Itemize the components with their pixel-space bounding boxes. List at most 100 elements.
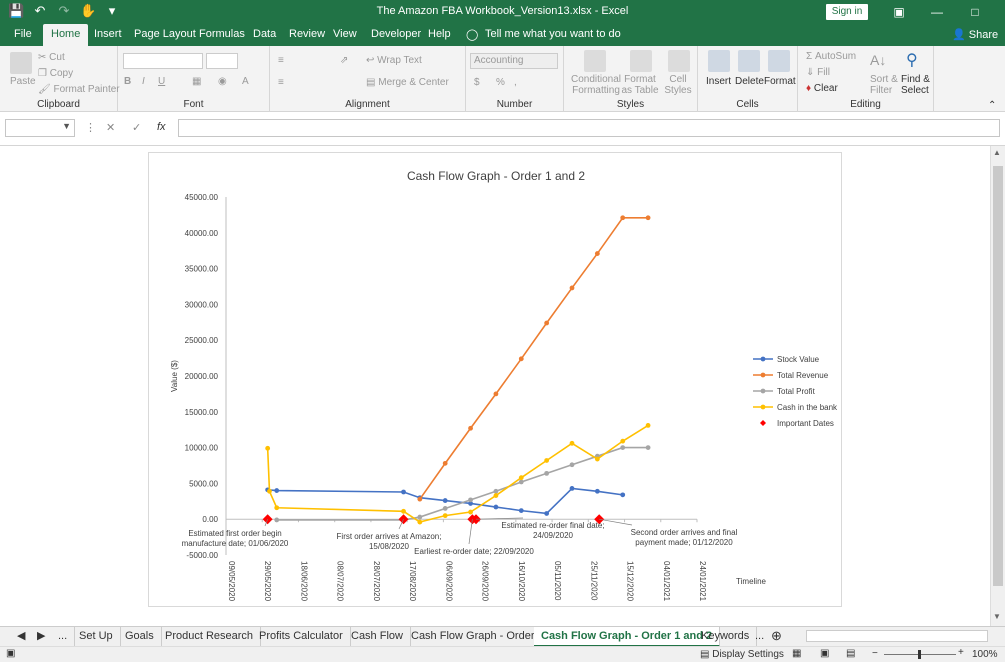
maximize-icon[interactable]: □: [956, 0, 994, 24]
sheet-tab-product-research[interactable]: Product Research: [158, 627, 262, 647]
series-point: [620, 215, 626, 221]
align-left-icon[interactable]: ≡: [278, 77, 284, 88]
series-point: [401, 508, 406, 514]
borders-icon[interactable]: ▦: [192, 76, 201, 87]
sheet-tab-cash-flow-graph-1-and-2[interactable]: Cash Flow Graph - Order 1 and 2: [534, 627, 721, 647]
zoom-in-icon[interactable]: +: [958, 647, 964, 658]
enter-icon[interactable]: ✓: [132, 121, 141, 134]
currency-icon[interactable]: $: [474, 77, 480, 88]
page-layout-view-icon[interactable]: ▣: [820, 648, 829, 659]
series-point: [544, 470, 550, 476]
cells-label: Cells: [736, 99, 759, 110]
legend-marker: [760, 372, 766, 378]
scroll-thumb[interactable]: [993, 166, 1003, 586]
tab-developer[interactable]: Developer: [371, 28, 421, 40]
tab-help[interactable]: Help: [428, 28, 451, 40]
comma-icon[interactable]: ,: [514, 77, 517, 88]
tab-home[interactable]: Home: [43, 24, 89, 46]
name-box[interactable]: ▼: [5, 119, 75, 137]
tell-me-search[interactable]: Tell me what you want to do: [485, 28, 621, 40]
series-point: [569, 285, 575, 291]
x-tick-label: 08/07/2020: [336, 561, 345, 602]
delete-cells-button[interactable]: Delete: [735, 76, 764, 87]
tab-insert[interactable]: Insert: [94, 28, 122, 40]
insert-function-icon[interactable]: fx: [157, 121, 166, 133]
copy-button[interactable]: ❐ Copy: [38, 68, 73, 79]
cancel-icon[interactable]: ✕: [106, 121, 115, 134]
tab-file[interactable]: File: [14, 28, 32, 40]
tab-data[interactable]: Data: [253, 28, 276, 40]
percent-icon[interactable]: %: [496, 77, 505, 88]
y-tick-label: 25000.00: [185, 336, 219, 345]
fill-button[interactable]: ⇓ Fill: [806, 67, 830, 78]
y-tick-label: 45000.00: [185, 193, 219, 202]
merge-center-button[interactable]: ▤ Merge & Center: [366, 77, 449, 88]
vertical-scrollbar[interactable]: ▲ ▼: [990, 146, 1005, 626]
fill-color-icon[interactable]: ◉: [218, 76, 227, 87]
tab-view[interactable]: View: [333, 28, 357, 40]
insert-cells-button[interactable]: Insert: [706, 76, 731, 87]
sheet-tab-profits-calculator[interactable]: Profits Calculator: [252, 627, 351, 647]
clear-button[interactable]: ♦ Clear: [806, 83, 838, 94]
annotation-label: Earliest re-order date; 22/09/2020: [414, 547, 534, 556]
add-sheet-icon[interactable]: ⊕: [764, 627, 789, 647]
sheet-tab-goals[interactable]: Goals: [118, 627, 162, 647]
ribbon-display-icon[interactable]: ▣: [880, 0, 918, 24]
font-name-select[interactable]: [123, 53, 203, 69]
horizontal-scrollbar[interactable]: [806, 630, 988, 642]
format-cells-button[interactable]: Format: [764, 76, 796, 87]
collapse-ribbon-icon[interactable]: ⌃: [988, 100, 996, 111]
series-point: [493, 504, 499, 510]
minimize-icon[interactable]: —: [918, 0, 956, 24]
insert-cells-icon: [708, 50, 730, 72]
chart-object[interactable]: Cash Flow Graph - Order 1 and 2 45000.00 4…: [148, 152, 842, 607]
orientation-icon[interactable]: ⇗: [340, 55, 348, 66]
cut-button[interactable]: ✂ Cut: [38, 52, 65, 63]
scroll-up-icon[interactable]: ▲: [993, 148, 1003, 158]
wrap-text-label: Wrap Text: [377, 55, 422, 66]
x-tick-label: 17/08/2020: [408, 561, 417, 602]
underline-icon[interactable]: U: [158, 76, 165, 87]
page-break-view-icon[interactable]: ▤: [846, 648, 855, 659]
font-color-icon[interactable]: A: [242, 76, 249, 87]
font-size-select[interactable]: [206, 53, 238, 69]
close-icon[interactable]: ✕: [994, 0, 1005, 24]
font-group: B I U ▦ ◉ A Font: [118, 46, 270, 112]
cell-styles-button[interactable]: Cell Styles: [662, 74, 694, 96]
find-select-button[interactable]: Find & Select: [901, 74, 933, 96]
sheet-tab-set-up[interactable]: Set Up: [72, 627, 121, 647]
x-tick-label: 15/12/2020: [626, 561, 635, 602]
autosum-button[interactable]: Σ AutoSum: [806, 51, 856, 62]
number-format-select[interactable]: Accounting: [470, 53, 558, 69]
format-painter-button[interactable]: 🖌 Format Painter: [38, 84, 120, 95]
sign-in-button[interactable]: Sign in: [826, 4, 868, 20]
italic-icon[interactable]: I: [142, 76, 145, 87]
align-top-icon[interactable]: ≡: [278, 55, 284, 66]
tab-page-layout[interactable]: Page Layout: [134, 28, 196, 40]
x-tick-label: 06/09/2020: [444, 561, 453, 602]
display-settings-button[interactable]: ▤ Display Settings: [700, 649, 784, 660]
paste-button[interactable]: Paste: [10, 76, 36, 87]
macro-record-icon[interactable]: ▣: [6, 648, 15, 659]
scroll-tabs-right-icon[interactable]: ▶: [30, 627, 52, 647]
scroll-down-icon[interactable]: ▼: [993, 612, 1003, 622]
conditional-formatting-button[interactable]: Conditional Formatting: [570, 74, 622, 96]
format-as-table-button[interactable]: Format as Table: [620, 74, 660, 96]
sheet-tab-cash-flow-graph-1[interactable]: Cash Flow Graph - Order 1: [404, 627, 552, 647]
normal-view-icon[interactable]: ▦: [792, 648, 801, 659]
wrap-text-button[interactable]: ↩ Wrap Text: [366, 55, 422, 66]
y-tick-label: -5000.00: [186, 551, 218, 560]
sheet-tab-cash-flow[interactable]: Cash Flow: [344, 627, 411, 647]
zoom-slider-thumb[interactable]: [918, 650, 921, 659]
y-tick-label: 40000.00: [185, 229, 219, 238]
tab-review[interactable]: Review: [289, 28, 325, 40]
zoom-out-icon[interactable]: −: [872, 648, 878, 659]
share-button[interactable]: 👤 Share: [952, 28, 998, 41]
editing-label: Editing: [850, 99, 881, 110]
formula-input[interactable]: [178, 119, 1000, 137]
series-point: [620, 445, 626, 450]
sort-filter-button[interactable]: Sort & Filter: [870, 74, 898, 96]
bold-icon[interactable]: B: [124, 76, 131, 87]
zoom-level[interactable]: 100%: [972, 649, 998, 660]
tab-formulas[interactable]: Formulas: [199, 28, 245, 40]
